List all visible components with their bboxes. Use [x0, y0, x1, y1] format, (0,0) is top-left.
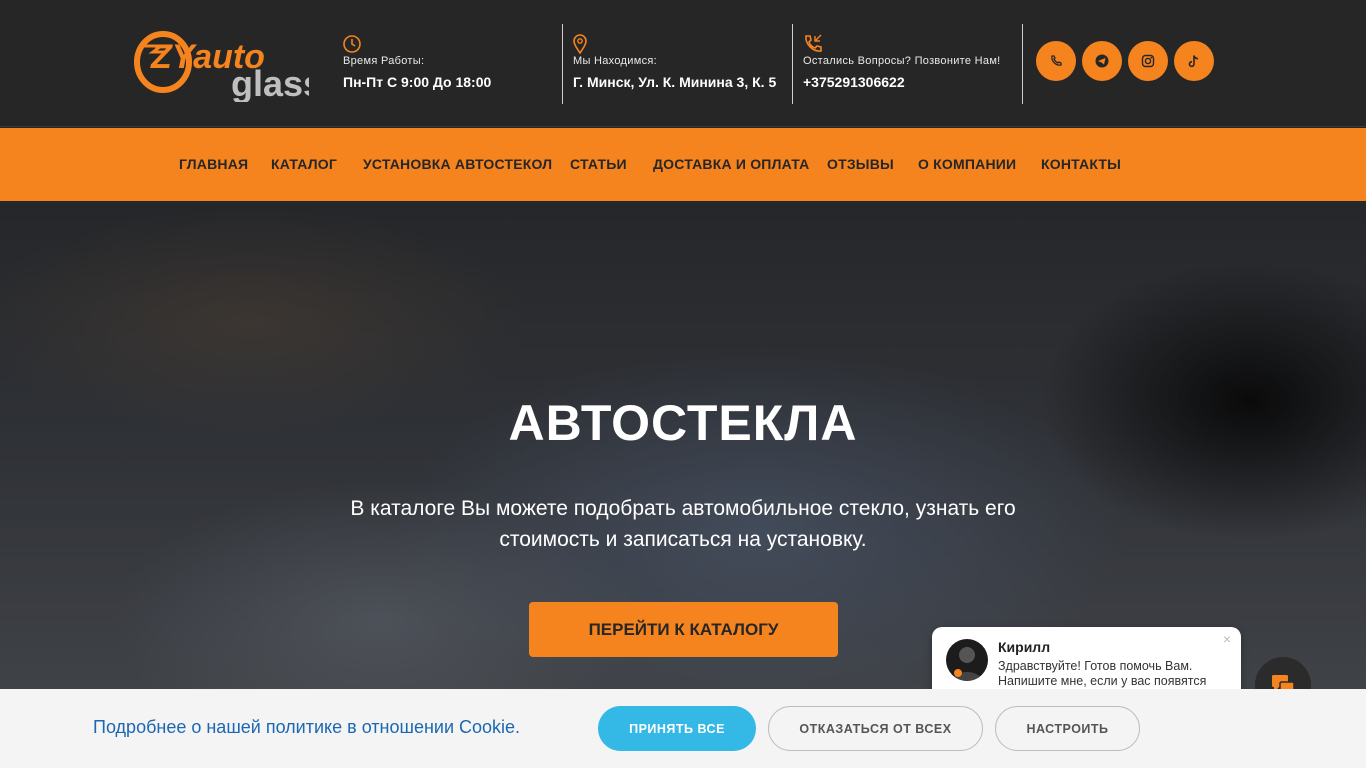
instagram-button[interactable]	[1128, 41, 1168, 81]
location-value: Г. Минск, Ул. К. Минина 3, К. 5	[573, 74, 777, 90]
viber-icon	[1051, 55, 1062, 66]
chat-close-icon[interactable]: ×	[1223, 631, 1231, 647]
zyautoglass-logo[interactable]: ZYauto glass	[133, 26, 309, 102]
phone-label: Остались Вопросы? Позвоните Нам!	[803, 55, 1001, 67]
telegram-button[interactable]	[1082, 41, 1122, 81]
location: Мы Находимся: Г. Минск, Ул. К. Минина 3,…	[573, 24, 793, 104]
cookie-banner: Подробнее о нашей политике в отношении C…	[0, 689, 1366, 768]
work-hours-value: Пн-Пт С 9:00 До 18:00	[343, 74, 492, 90]
nav-item-reviews[interactable]: ОТЗЫВЫ	[827, 156, 894, 172]
svg-text:glass: glass	[231, 63, 309, 102]
nav-item-catalog[interactable]: КАТАЛОГ	[271, 156, 337, 172]
hero-description: В каталоге Вы можете подобрать автомобил…	[350, 497, 1016, 551]
customize-button[interactable]: НАСТРОИТЬ	[995, 706, 1140, 751]
nav-item-home[interactable]: ГЛАВНАЯ	[179, 156, 248, 172]
avatar	[946, 639, 988, 681]
tiktok-icon	[1188, 55, 1199, 68]
nav-item-installation[interactable]: УСТАНОВКА АВТОСТЕКОЛ	[363, 156, 552, 172]
chat-operator-name: Кирилл	[998, 639, 1051, 655]
nav-item-about[interactable]: О КОМПАНИИ	[918, 156, 1016, 172]
work-hours: Время Работы: Пн-Пт С 9:00 До 18:00	[343, 24, 563, 104]
map-pin-icon	[573, 34, 587, 54]
cookie-policy-link[interactable]: Подробнее о нашей политике в отношении C…	[93, 717, 520, 738]
phone-number[interactable]: +375291306622	[803, 74, 905, 90]
work-hours-label: Время Работы:	[343, 55, 425, 67]
reject-all-button[interactable]: ОТКАЗАТЬСЯ ОТ ВСЕХ	[768, 706, 983, 751]
nav-item-articles[interactable]: СТАТЬИ	[570, 156, 627, 172]
viber-button[interactable]	[1036, 41, 1076, 81]
phone-icon	[805, 34, 822, 52]
top-header: ZYauto glass Время Работы: Пн-Пт С 9:00 …	[0, 0, 1366, 127]
clock-icon	[343, 35, 361, 53]
nav-item-contacts[interactable]: КОНТАКТЫ	[1041, 156, 1121, 172]
nav-item-delivery[interactable]: ДОСТАВКА И ОПЛАТА	[653, 156, 809, 172]
hero-title: АВТОСТЕКЛА	[508, 395, 858, 451]
tiktok-button[interactable]	[1174, 41, 1214, 81]
go-to-catalog-button[interactable]: ПЕРЕЙТИ К КАТАЛОГУ	[529, 602, 838, 657]
operator-photo	[952, 647, 982, 681]
chat-message: Здравствуйте! Готов помочь Вам. Напишите…	[998, 659, 1207, 688]
location-label: Мы Находимся:	[573, 55, 657, 67]
telegram-icon	[1095, 54, 1109, 68]
main-nav: ГЛАВНАЯ КАТАЛОГ УСТАНОВКА АВТОСТЕКОЛ СТА…	[0, 128, 1366, 201]
accept-all-button[interactable]: ПРИНЯТЬ ВСЕ	[598, 706, 756, 751]
instagram-icon	[1141, 54, 1155, 68]
contact-phone: Остались Вопросы? Позвоните Нам! +375291…	[803, 24, 1023, 104]
